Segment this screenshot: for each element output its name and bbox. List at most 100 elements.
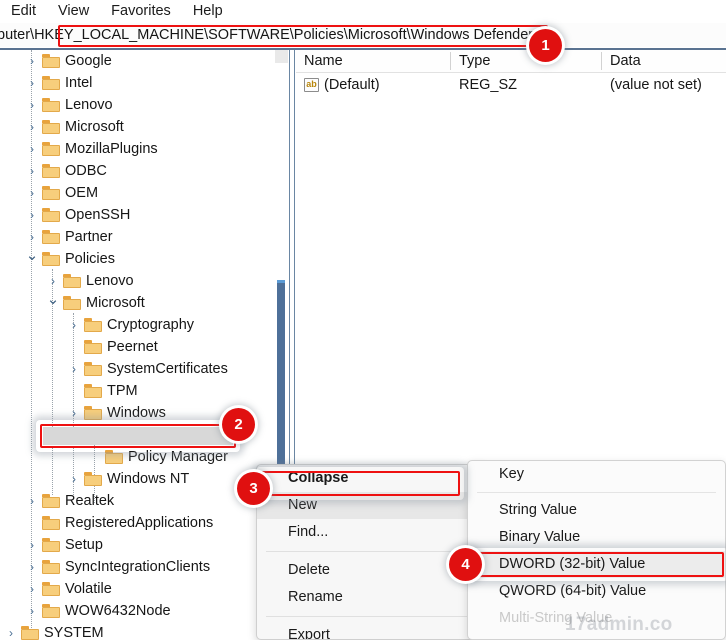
folder-glyph <box>42 230 60 244</box>
column-header-data[interactable]: Data <box>602 50 726 72</box>
menu-item-edit[interactable]: Edit <box>0 0 47 22</box>
submenu-item-label: DWORD (32-bit) Value <box>499 556 646 572</box>
tree-item-cryptography[interactable]: › Cryptography <box>0 314 275 336</box>
menu-item-help[interactable]: Help <box>182 0 234 22</box>
tree-item-label: Volatile <box>65 581 112 597</box>
folder-glyph <box>84 362 102 376</box>
chevron-down-icon[interactable]: ⌄ <box>25 248 39 270</box>
folder-glyph <box>42 516 60 530</box>
submenu-item-binary-value[interactable]: Binary Value <box>468 524 725 551</box>
folder-glyph <box>42 604 60 618</box>
folder-icon <box>63 296 81 310</box>
chevron-right-icon[interactable]: › <box>25 578 39 600</box>
tree-item-windows-nt[interactable]: › Windows NT <box>0 468 275 490</box>
tree-item-wow6432node[interactable]: › WOW6432Node <box>0 600 275 622</box>
column-header-name[interactable]: Name <box>296 50 450 72</box>
chevron-right-icon[interactable]: › <box>67 402 81 424</box>
menu-item-view[interactable]: View <box>47 0 100 22</box>
tree-item-google[interactable]: › Google <box>0 50 275 72</box>
folder-icon <box>42 516 60 530</box>
chevron-right-icon[interactable]: › <box>25 72 39 94</box>
tree-item-label: ODBC <box>65 163 107 179</box>
folder-icon <box>42 98 60 112</box>
context-menu-item-collapse[interactable]: Collapse <box>257 465 487 492</box>
context-menu-item-find[interactable]: Find... <box>257 519 487 546</box>
tree-item-lenovo[interactable]: › Lenovo <box>0 94 275 116</box>
tree-item-microsoft[interactable]: › Microsoft <box>0 116 275 138</box>
menu-item-favorites[interactable]: Favorites <box>100 0 182 22</box>
tree-item-peernet[interactable]: Peernet <box>0 336 275 358</box>
tree-item-label: Setup <box>65 537 103 553</box>
chevron-right-icon[interactable]: › <box>25 94 39 116</box>
submenu-item-string-value[interactable]: String Value <box>468 497 725 524</box>
chevron-right-icon[interactable]: › <box>67 358 81 380</box>
tree-item-syncintegrationclients[interactable]: › SyncIntegrationClients <box>0 556 275 578</box>
values-row-default[interactable]: ab (Default) REG_SZ (value not set) <box>296 73 726 97</box>
tree-item-setup[interactable]: › Setup <box>0 534 275 556</box>
folder-glyph <box>84 384 102 398</box>
chevron-right-icon[interactable]: › <box>25 204 39 226</box>
tree-item-intel[interactable]: › Intel <box>0 72 275 94</box>
folder-glyph <box>105 450 123 464</box>
folder-icon <box>63 274 81 288</box>
chevron-right-icon[interactable]: › <box>67 468 81 490</box>
folder-icon <box>84 362 102 376</box>
registry-tree-pane[interactable]: › Google › Intel › Lenovo › Microsoft › MozillaPl… <box>0 50 288 640</box>
submenu-item-key[interactable]: Key <box>468 461 725 488</box>
folder-icon <box>42 76 60 90</box>
tree-item-label: TPM <box>107 383 138 399</box>
chevron-right-icon[interactable]: › <box>46 270 60 292</box>
tree-item-partner[interactable]: › Partner <box>0 226 275 248</box>
context-menu-item-label: Delete <box>288 562 330 578</box>
chevron-down-icon[interactable]: ⌄ <box>46 292 60 314</box>
tree-item-label: Policies <box>65 251 115 267</box>
submenu-item-dword-32-bit-value[interactable]: DWORD (32-bit) Value <box>468 551 725 578</box>
tree-item-system[interactable]: › SYSTEM <box>0 622 275 640</box>
chevron-right-icon[interactable]: › <box>25 160 39 182</box>
address-bar[interactable]: puter\HKEY_LOCAL_MACHINE\SOFTWARE\Polici… <box>0 23 726 48</box>
step-marker-4: 4 <box>449 548 482 581</box>
tree-item-policy-manager[interactable]: Policy Manager <box>0 446 275 468</box>
tree-scrollbar-thumb[interactable] <box>277 280 285 466</box>
chevron-right-icon[interactable]: › <box>25 534 39 556</box>
tree-item-openssh[interactable]: › OpenSSH <box>0 204 275 226</box>
chevron-right-icon[interactable]: › <box>25 556 39 578</box>
column-header-type[interactable]: Type <box>451 50 601 72</box>
tree-scrollbar-up-arrow[interactable] <box>275 50 288 63</box>
chevron-right-icon[interactable]: › <box>67 314 81 336</box>
chevron-right-icon[interactable]: › <box>25 182 39 204</box>
submenu-item-qword-64-bit-value[interactable]: QWORD (64-bit) Value <box>468 578 725 605</box>
tree-item-registeredapplications[interactable]: RegisteredApplications <box>0 512 275 534</box>
tree-item-systemcertificates[interactable]: › SystemCertificates <box>0 358 275 380</box>
new-submenu[interactable]: Key String Value Binary Value DWORD (32-bit… <box>467 460 726 640</box>
context-menu-item-export[interactable]: Export <box>257 622 487 639</box>
value-name-cell: (Default) <box>324 77 380 93</box>
context-menu-item-rename[interactable]: Rename <box>257 584 487 611</box>
tree-item-odbc[interactable]: › ODBC <box>0 160 275 182</box>
tree-item-policies[interactable]: ⌄ Policies <box>0 248 275 270</box>
tree-item-oem[interactable]: › OEM <box>0 182 275 204</box>
tree-item-volatile[interactable]: › Volatile <box>0 578 275 600</box>
folder-icon <box>42 142 60 156</box>
chevron-right-icon[interactable]: › <box>25 490 39 512</box>
context-menu-separator <box>266 616 478 617</box>
chevron-right-icon[interactable]: › <box>25 226 39 248</box>
folder-icon <box>42 164 60 178</box>
tree-item-microsoft[interactable]: ⌄ Microsoft <box>0 292 275 314</box>
context-menu-item-new[interactable]: New› <box>257 492 487 519</box>
tree-selected-row-background <box>43 427 233 445</box>
tree-item-lenovo[interactable]: › Lenovo <box>0 270 275 292</box>
submenu-item-label: Key <box>499 466 524 482</box>
chevron-right-icon[interactable]: › <box>25 116 39 138</box>
string-value-icon: ab <box>304 78 319 92</box>
tree-item-label: SystemCertificates <box>107 361 228 377</box>
step-marker-1: 1 <box>529 29 562 62</box>
chevron-right-icon[interactable]: › <box>25 50 39 72</box>
chevron-right-icon[interactable]: › <box>4 622 18 640</box>
tree-item-tpm[interactable]: TPM <box>0 380 275 402</box>
tree-item-mozillaplugins[interactable]: › MozillaPlugins <box>0 138 275 160</box>
folder-icon <box>42 54 60 68</box>
chevron-right-icon[interactable]: › <box>25 600 39 622</box>
tree-item-realtek[interactable]: › Realtek <box>0 490 275 512</box>
chevron-right-icon[interactable]: › <box>25 138 39 160</box>
